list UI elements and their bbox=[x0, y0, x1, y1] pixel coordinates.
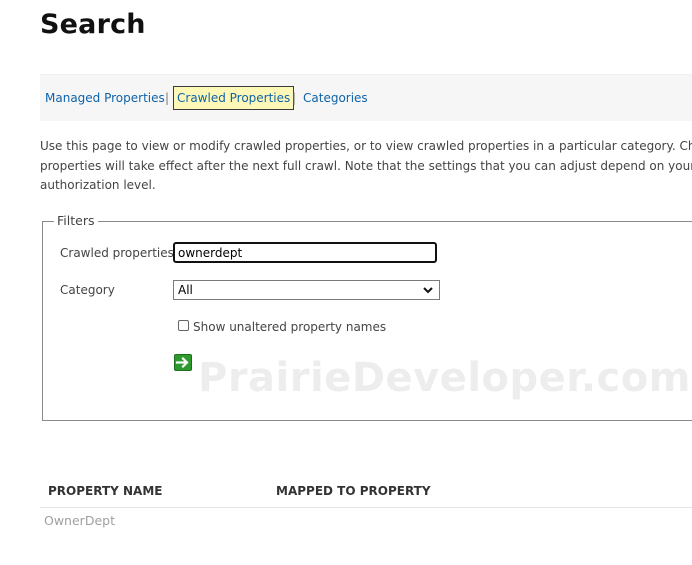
filters-legend: Filters bbox=[56, 213, 96, 228]
page-title: Search bbox=[40, 9, 146, 40]
tab-bar: Managed Properties | Crawled Properties … bbox=[40, 74, 692, 121]
show-unaltered-checkbox[interactable] bbox=[178, 320, 189, 331]
description-line: authorization level. bbox=[40, 178, 156, 192]
watermark: PrairieDeveloper.com bbox=[198, 355, 691, 401]
column-header-property-name: PROPERTY NAME bbox=[48, 484, 163, 498]
go-arrow-icon[interactable] bbox=[174, 354, 192, 371]
description-line: properties will take effect after the ne… bbox=[40, 158, 692, 173]
category-selected-value: All bbox=[178, 283, 193, 297]
page-description: Use this page to view or modify crawled … bbox=[40, 137, 692, 196]
tab-managed-properties[interactable]: Managed Properties bbox=[42, 87, 168, 109]
description-line: Use this page to view or modify crawled … bbox=[40, 139, 692, 153]
table-divider bbox=[40, 507, 692, 508]
tab-separator: | bbox=[292, 91, 297, 105]
fieldset-border bbox=[98, 221, 692, 222]
crawled-properties-label: Crawled properties bbox=[60, 246, 174, 260]
tab-separator: | bbox=[165, 91, 170, 105]
category-select[interactable]: All bbox=[173, 280, 440, 300]
show-unaltered-label: Show unaltered property names bbox=[193, 320, 387, 334]
chevron-down-icon bbox=[423, 287, 433, 294]
table-row-property-name[interactable]: OwnerDept bbox=[44, 513, 115, 528]
crawled-properties-input[interactable] bbox=[173, 242, 437, 263]
tab-crawled-properties[interactable]: Crawled Properties bbox=[173, 86, 295, 110]
tab-categories[interactable]: Categories bbox=[300, 87, 371, 109]
column-header-mapped-to-property: MAPPED TO PROPERTY bbox=[276, 484, 431, 498]
category-label: Category bbox=[60, 283, 115, 297]
fieldset-border bbox=[42, 221, 54, 222]
